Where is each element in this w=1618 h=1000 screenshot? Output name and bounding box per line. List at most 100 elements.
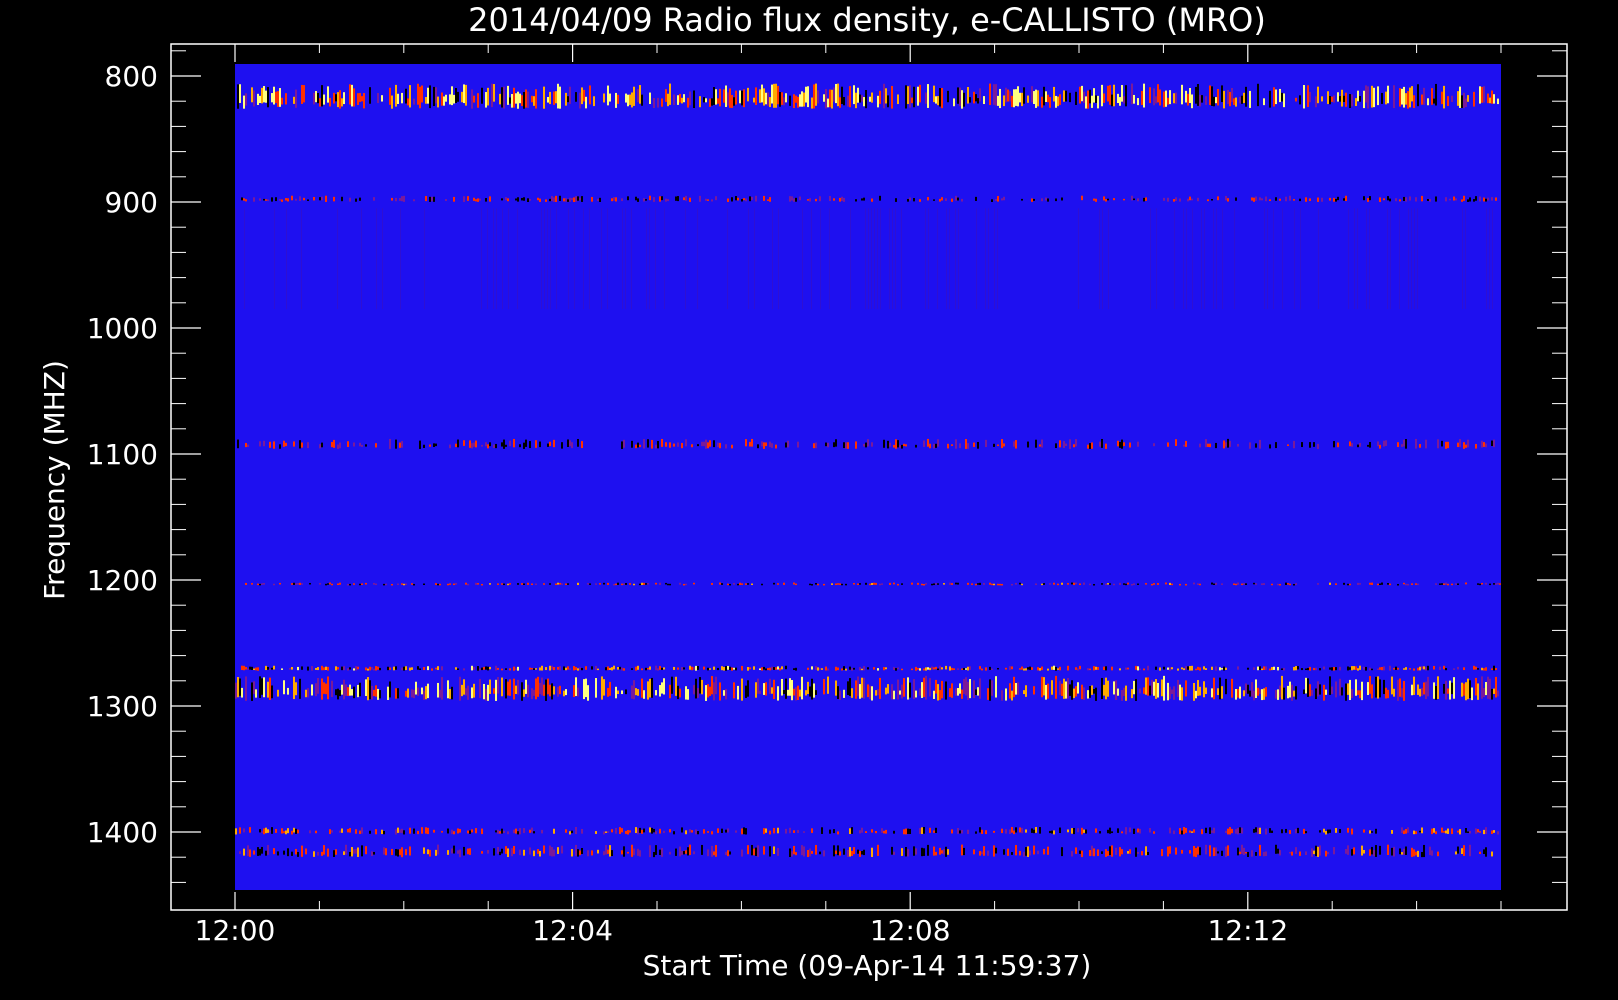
heatmap-cell <box>871 686 873 701</box>
heatmap-cell <box>897 94 899 105</box>
heatmap-cell <box>495 443 497 449</box>
heatmap-texture <box>1078 208 1079 310</box>
heatmap-cell <box>1317 443 1319 449</box>
heatmap-cell <box>467 196 469 201</box>
heatmap-cell <box>775 444 777 449</box>
heatmap-cell <box>719 442 721 449</box>
heatmap-cell <box>1193 582 1195 585</box>
heatmap-cell <box>833 442 835 448</box>
heatmap-cell <box>849 847 851 857</box>
heatmap-cell <box>1169 686 1171 699</box>
heatmap-texture <box>928 208 929 310</box>
heatmap-cell <box>507 681 509 696</box>
heatmap-cell <box>637 89 639 103</box>
heatmap-cell <box>1057 583 1059 586</box>
heatmap-cell <box>1109 827 1111 834</box>
heatmap-cell <box>1211 86 1213 106</box>
heatmap-cell <box>763 666 765 670</box>
heatmap-cell <box>1383 440 1385 447</box>
heatmap-cell <box>507 85 509 105</box>
heatmap-cell <box>1215 97 1217 104</box>
heatmap-cell <box>1309 198 1311 201</box>
heatmap-cell <box>1157 84 1159 103</box>
heatmap-cell <box>1229 91 1231 107</box>
heatmap-cell <box>673 94 675 106</box>
heatmap-cell <box>687 689 689 700</box>
heatmap-cell <box>421 85 423 103</box>
heatmap-cell <box>1011 583 1013 586</box>
heatmap-cell <box>1225 678 1227 695</box>
heatmap-cell <box>353 849 355 854</box>
heatmap-cell <box>563 690 565 697</box>
heatmap-cell <box>1151 583 1153 586</box>
heatmap-cell <box>885 829 887 834</box>
heatmap-cell <box>1093 584 1095 586</box>
heatmap-cell <box>767 92 769 106</box>
heatmap-cell <box>251 682 253 701</box>
heatmap-cell <box>825 666 827 671</box>
heatmap-cell <box>751 196 753 201</box>
heatmap-cell <box>595 831 597 834</box>
heatmap-cell <box>433 829 435 833</box>
heatmap-cell <box>1289 830 1291 834</box>
heatmap-cell <box>773 827 775 834</box>
heatmap-cell <box>623 668 625 671</box>
heatmap-cell <box>1441 583 1443 585</box>
heatmap-cell <box>475 199 477 202</box>
heatmap-cell <box>267 87 269 108</box>
heatmap-cell <box>935 679 937 694</box>
heatmap-cell <box>691 666 693 671</box>
heatmap-cell <box>769 846 771 857</box>
heatmap-cell <box>567 199 569 202</box>
heatmap-cell <box>1315 667 1317 671</box>
heatmap-cell <box>467 830 469 834</box>
heatmap-texture <box>601 208 602 310</box>
heatmap-cell <box>1121 849 1123 855</box>
heatmap-cell <box>539 850 541 857</box>
heatmap-cell <box>1015 89 1017 106</box>
heatmap-cell <box>811 678 813 700</box>
heatmap-cell <box>1243 582 1245 585</box>
heatmap-cell <box>569 86 571 104</box>
heatmap-cell <box>1495 676 1497 698</box>
heatmap-cell <box>855 680 857 699</box>
heatmap-cell <box>1065 681 1067 699</box>
heatmap-cell <box>1345 92 1347 107</box>
heatmap-cell <box>975 689 977 695</box>
heatmap-cell <box>371 666 373 670</box>
heatmap-cell <box>1073 827 1075 835</box>
heatmap-cell <box>669 829 671 833</box>
heatmap-cell <box>1289 852 1291 854</box>
heatmap-cell <box>495 830 497 833</box>
heatmap-cell <box>589 85 591 105</box>
heatmap-cell <box>1477 668 1479 670</box>
heatmap-cell <box>965 677 967 696</box>
heatmap-cell <box>1329 197 1331 201</box>
heatmap-texture <box>1282 208 1283 310</box>
heatmap-cell <box>771 443 773 448</box>
heatmap-cell <box>761 84 763 103</box>
heatmap-cell <box>1037 667 1039 671</box>
heatmap-cell <box>817 667 819 671</box>
heatmap-cell <box>577 668 579 671</box>
heatmap-cell <box>789 827 791 834</box>
heatmap-cell <box>1283 687 1285 700</box>
heatmap-cell <box>1221 850 1223 856</box>
heatmap-cell <box>1197 666 1199 670</box>
heatmap-cell <box>795 667 797 671</box>
heatmap-cell <box>607 687 609 697</box>
heatmap-cell <box>1423 844 1425 858</box>
heatmap-cell <box>1439 583 1441 585</box>
heatmap-cell <box>681 442 683 449</box>
heatmap-cell <box>721 583 723 585</box>
heatmap-cell <box>777 666 779 670</box>
heatmap-texture <box>871 208 872 310</box>
heatmap-cell <box>1225 667 1227 670</box>
heatmap-cell <box>341 196 343 202</box>
heatmap-cell <box>1041 198 1043 202</box>
heatmap-cell <box>629 94 631 105</box>
heatmap-cell <box>993 443 995 447</box>
heatmap-cell <box>251 666 253 670</box>
heatmap-cell <box>871 829 873 833</box>
heatmap-cell <box>1347 583 1349 586</box>
